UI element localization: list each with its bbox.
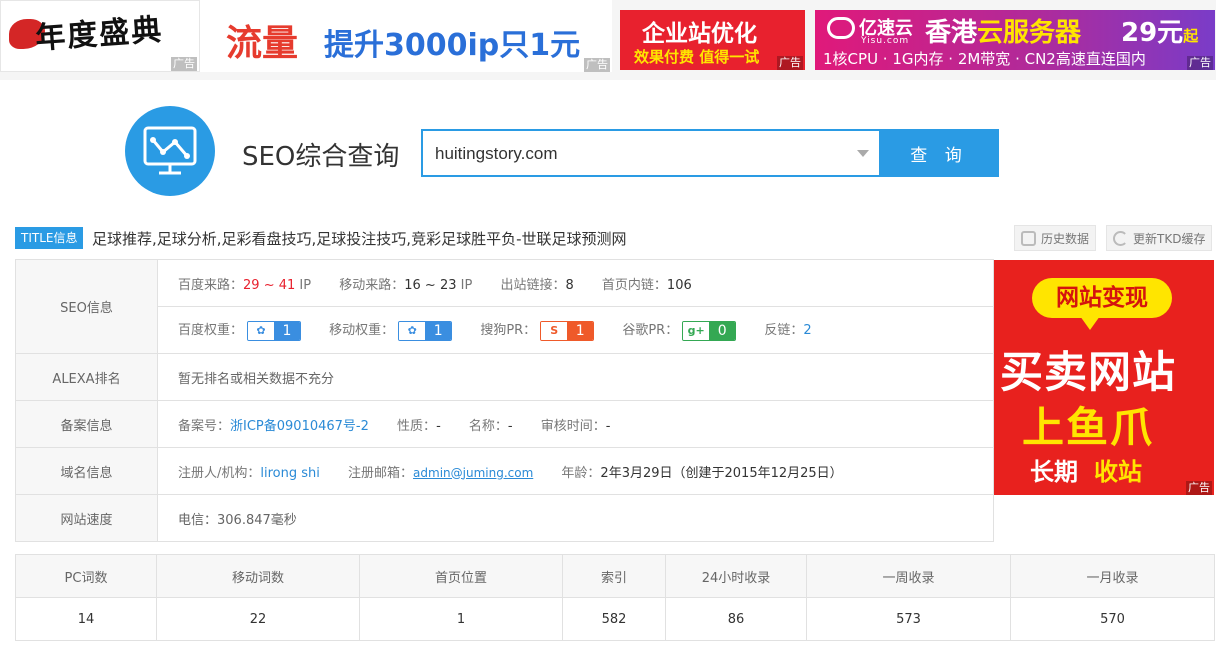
- ad-tag: 广告: [1186, 481, 1212, 495]
- monitor-chart-icon: [143, 126, 197, 175]
- ad-banner-headline: 流量: [226, 23, 299, 64]
- ad-banner-website-trading[interactable]: 网站变现 买卖网站 上鱼爪 长期 收站 广告: [994, 260, 1214, 495]
- speed-value: 电信：306.847毫秒: [157, 494, 994, 542]
- index-count: 582: [562, 597, 666, 641]
- ad-banner-text: 年度盛典: [34, 12, 165, 57]
- top-ad-bar: 年度盛典 广告 流量 提升3000ip只1元 广告 企业站优化 效果付费 值得一…: [0, 0, 1216, 80]
- ad-banner-traffic[interactable]: 流量 提升3000ip只1元 广告: [200, 0, 612, 72]
- ad-price: 29元起: [1121, 18, 1199, 48]
- sogou-pr: 搜狗PR： S 1: [480, 319, 595, 341]
- mobile-weight: 移动权重： ✿ 1: [329, 319, 453, 341]
- ad-banner-annual-gala[interactable]: 年度盛典 广告: [0, 0, 200, 72]
- history-data-button[interactable]: 历史数据: [1014, 225, 1097, 251]
- domain-row: 注册人/机构：lirong shi 注册邮箱：admin@juming.com …: [157, 447, 994, 495]
- ad-banner-headline: 香港云服务器: [925, 18, 1082, 48]
- backlinks: 反链：2: [764, 323, 812, 339]
- traffic-row: 百度来路：29 ~ 41 IP 移动来路：16 ~ 23 IP 出站链接：8 首…: [157, 259, 994, 307]
- search-box: [421, 129, 881, 177]
- sogou-icon: S: [541, 321, 568, 340]
- ad-banner-subline: 效果付费 值得一试: [634, 48, 760, 66]
- homepage-inner-links: 首页内链：106: [601, 277, 692, 293]
- homepage-position: 1: [359, 597, 563, 641]
- backlinks-link[interactable]: 2: [803, 323, 811, 338]
- indexed-24h: 86: [665, 597, 807, 641]
- ad-bubble: 网站变现: [1032, 278, 1172, 330]
- icp-nature: 性质：-: [397, 418, 441, 434]
- ad-tag: 广告: [584, 58, 610, 72]
- registrant-email-link[interactable]: admin@juming.com: [413, 466, 533, 480]
- registrant-email: 注册邮箱：admin@juming.com: [348, 465, 534, 481]
- table-row: 14 22 1 582 86 573 570: [15, 597, 1215, 641]
- icp-row: 备案号：浙ICP备09010467号-2 性质：- 名称：- 审核时间：-: [157, 400, 994, 448]
- ad-banner-subline: 提升3000ip只1元: [324, 28, 581, 63]
- indexed-month: 570: [1010, 597, 1215, 641]
- baidu-weight: 百度权重： ✿ 1: [178, 319, 302, 341]
- table-header: 一周收录: [806, 554, 1011, 598]
- mobile-traffic: 移动来路：16 ~ 23 IP: [339, 277, 473, 293]
- ad-brand-domain: Yisu.com: [861, 36, 910, 46]
- seo-chart-logo: [125, 106, 215, 196]
- chevron-down-icon[interactable]: [857, 150, 869, 157]
- weight-row: 百度权重： ✿ 1 移动权重： ✿ 1 搜狗PR： S 1 谷歌PR： g+ 0 反链：2: [157, 306, 994, 354]
- alexa-value: 暂无排名或相关数据不充分: [157, 353, 994, 401]
- table-header-row: PC词数 移动词数 首页位置 索引 24小时收录 一周收录 一月收录: [15, 554, 1215, 598]
- cloud-icon: [827, 17, 855, 39]
- domain-age: 年龄：2年3月29日（创建于2015年12月25日）: [561, 465, 843, 481]
- google-pr-badge[interactable]: g+ 0: [682, 320, 737, 341]
- ad-tag: 广告: [777, 56, 803, 70]
- domain-search-input[interactable]: [435, 143, 835, 165]
- alexa-label: ALEXA排名: [15, 353, 158, 401]
- google-plus-icon: g+: [683, 321, 710, 340]
- baidu-traffic: 百度来路：29 ~ 41 IP: [178, 277, 312, 293]
- icp-number: 备案号：浙ICP备09010467号-2: [178, 418, 369, 434]
- registrant: 注册人/机构：lirong shi: [178, 465, 320, 481]
- layers-icon: [1021, 231, 1036, 246]
- table-header: 索引: [562, 554, 666, 598]
- baidu-weight-badge[interactable]: ✿ 1: [247, 320, 302, 341]
- mobile-keywords-link[interactable]: 22: [156, 597, 360, 641]
- ad-banner-seo-optimization[interactable]: 企业站优化 效果付费 值得一试 广告: [620, 10, 805, 70]
- paw-icon: ✿: [248, 321, 275, 340]
- title-info-badge: TITLE信息: [15, 227, 84, 249]
- seo-info-label: SEO信息: [15, 259, 158, 354]
- icp-audit-time: 审核时间：-: [540, 418, 611, 434]
- site-title-text: 足球推荐,足球分析,足彩看盘技巧,足球投注技巧,竞彩足球胜平负-世联足球预测网: [92, 230, 627, 248]
- table-header: 一月收录: [1010, 554, 1215, 598]
- registrant-link[interactable]: lirong shi: [260, 466, 319, 481]
- update-tkd-cache-button[interactable]: 更新TKD缓存: [1106, 225, 1213, 251]
- icp-label: 备案信息: [15, 400, 158, 448]
- table-header: 24小时收录: [665, 554, 807, 598]
- indexed-week: 573: [806, 597, 1011, 641]
- ad-tag: 广告: [171, 57, 197, 71]
- table-header: PC词数: [15, 554, 157, 598]
- speed-label: 网站速度: [15, 494, 158, 542]
- icp-number-link[interactable]: 浙ICP备09010467号-2: [230, 419, 369, 434]
- ad-subline: 上鱼爪: [1022, 403, 1155, 452]
- table-header: 移动词数: [156, 554, 360, 598]
- outbound-links: 出站链接：8: [500, 277, 574, 293]
- ad-tag: 广告: [1187, 56, 1213, 70]
- seo-info-table: SEO信息 百度来路：29 ~ 41 IP 移动来路：16 ~ 23 IP 出站…: [15, 259, 994, 542]
- mobile-weight-badge[interactable]: ✿ 1: [398, 320, 453, 341]
- refresh-icon: [1113, 231, 1128, 246]
- icp-name: 名称：-: [468, 418, 513, 434]
- ad-banner-cloud-server[interactable]: 亿速云 Yisu.com 香港云服务器 29元起 1核CPU · 1G内存 · …: [815, 10, 1215, 70]
- pc-keywords-link[interactable]: 14: [15, 597, 157, 641]
- ad-specs: 1核CPU · 1G内存 · 2M带宽 · CN2高速直连国内: [823, 50, 1146, 68]
- table-header: 首页位置: [359, 554, 563, 598]
- ad-tagline: 长期 收站: [1030, 458, 1142, 486]
- google-pr: 谷歌PR： g+ 0: [622, 319, 737, 341]
- ad-headline: 买卖网站: [1000, 348, 1176, 398]
- keyword-stats-table: PC词数 移动词数 首页位置 索引 24小时收录 一周收录 一月收录 14 22…: [15, 554, 1215, 641]
- page-title: SEO综合查询: [242, 142, 400, 172]
- sogou-pr-badge[interactable]: S1: [540, 320, 595, 341]
- ad-banner-headline: 企业站优化: [642, 21, 757, 47]
- query-button[interactable]: 查 询: [879, 129, 999, 177]
- domain-label: 域名信息: [15, 447, 158, 495]
- paw-icon: ✿: [399, 321, 426, 340]
